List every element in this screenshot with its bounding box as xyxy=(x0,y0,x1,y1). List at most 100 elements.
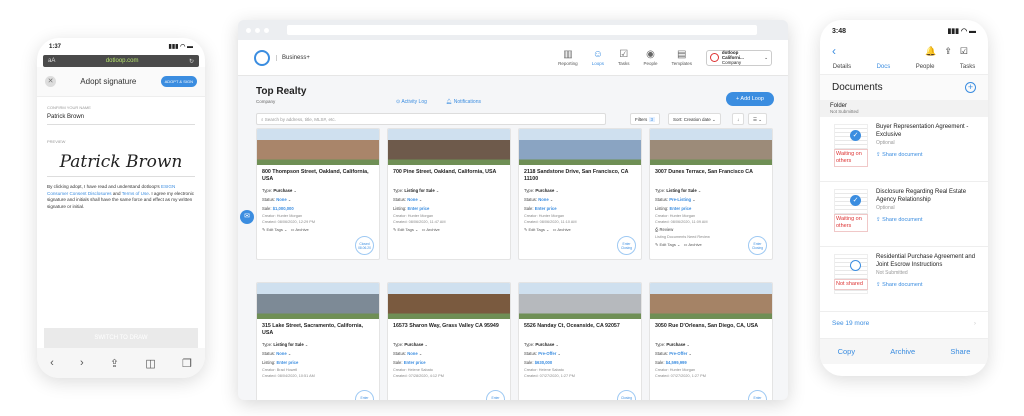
nav-templates[interactable]: ▤ Templates xyxy=(671,49,692,66)
archive-button[interactable]: ▭ Archive xyxy=(422,227,440,232)
back-icon[interactable]: ‹ xyxy=(50,357,54,369)
name-field[interactable]: Patrick Brown xyxy=(47,112,195,125)
loop-address[interactable]: 16573 Sharon Way, Grass Valley CA 95949 xyxy=(388,319,510,340)
left-phone: 1:37 ▮▮▮ ◠ ▬ aA dotloop.com ↻ ✕ Adopt signa… xyxy=(37,38,205,378)
loop-status: Status: None ⌄ xyxy=(393,197,423,202)
back-icon[interactable]: ‹ xyxy=(832,44,836,58)
tab-tasks[interactable]: Tasks xyxy=(960,64,975,70)
bell-icon[interactable]: 🔔 xyxy=(925,46,944,56)
archive-button[interactable]: ▭ Archive xyxy=(553,227,571,232)
text-size-button[interactable]: aA xyxy=(48,58,55,64)
edit-tags-button[interactable]: ✎ Edit Tags ⌄ xyxy=(655,242,680,247)
tab-docs[interactable]: Docs xyxy=(877,64,891,70)
nav-reporting[interactable]: ▥ Reporting xyxy=(558,49,578,66)
closing-badge[interactable]: Closing xyxy=(617,390,636,400)
loop-address[interactable]: 5526 Nanday Ct, Oceanside, CA 92057 xyxy=(519,319,641,340)
property-photo xyxy=(650,283,772,319)
loop-card[interactable]: 3007 Dunes Terrace, San Francisco CA Typ… xyxy=(649,128,773,260)
sort-direction-button[interactable]: ↓ xyxy=(732,113,745,125)
task-icon[interactable]: ☑ xyxy=(960,46,976,56)
close-icon[interactable]: ✕ xyxy=(45,76,56,87)
loop-type: Type: Listing for Sale ⌄ xyxy=(655,188,702,193)
documents-header: Documents + xyxy=(820,74,988,100)
archive-button[interactable]: ▭ Archive xyxy=(684,242,702,247)
archive-button[interactable]: Archive xyxy=(890,347,915,356)
nav-bar: ‹ 🔔⇪☑ xyxy=(820,42,988,60)
document-row[interactable]: ✓ Waiting on others Buyer Representation… xyxy=(820,117,988,182)
chat-icon[interactable]: ✉ xyxy=(240,210,254,224)
loop-address[interactable]: 800 Thompson Street, Oakland, California… xyxy=(257,165,379,186)
loop-created: Created: 07/28/2020, 4:12 PM xyxy=(393,374,444,378)
address-bar[interactable] xyxy=(287,25,757,35)
tab-details[interactable]: Details xyxy=(833,64,851,70)
document-row[interactable]: Not shared Residential Purchase Agreemen… xyxy=(820,247,988,312)
document-state: Not shared xyxy=(834,279,868,290)
loop-card[interactable]: 700 Pine Street, Oakland, California, US… xyxy=(387,128,511,260)
loop-card[interactable]: 315 Lake Street, Sacramento, California,… xyxy=(256,282,380,400)
loop-price: Sale: $1,000,000 xyxy=(262,206,294,211)
closing-badge[interactable]: Enter xyxy=(486,390,505,400)
share-icon[interactable]: ⇪ xyxy=(110,357,119,370)
tabs-icon[interactable]: ❐ xyxy=(182,357,192,370)
loop-card[interactable]: 5526 Nanday Ct, Oceanside, CA 92057 Type… xyxy=(518,282,642,400)
right-phone: 3:48 ▮▮▮ ◠ ▬ ‹ 🔔⇪☑ Details Docs People Ta… xyxy=(820,20,988,376)
loop-card[interactable]: 2118 Sandstone Drive, San Francisco, CA … xyxy=(518,128,642,260)
reload-icon[interactable]: ↻ xyxy=(189,58,194,65)
closing-badge[interactable]: Enter xyxy=(355,390,374,400)
add-loop-button[interactable]: + Add Loop xyxy=(726,92,774,106)
filters-button[interactable]: Filters 3 xyxy=(630,113,661,125)
share-icon[interactable]: ⇪ xyxy=(944,46,960,56)
view-toggle[interactable]: ☰ ⌄ xyxy=(748,113,768,125)
document-subtitle: Not Submitted xyxy=(876,270,908,276)
loop-address[interactable]: 2118 Sandstone Drive, San Francisco, CA … xyxy=(519,165,641,186)
share-document-link[interactable]: ⇪ Share document xyxy=(876,151,980,159)
loop-card[interactable]: 16573 Sharon Way, Grass Valley CA 95949 … xyxy=(387,282,511,400)
nav-people[interactable]: ◉ People xyxy=(643,49,657,66)
document-row[interactable]: ✓ Waiting on others Disclosure Regarding… xyxy=(820,182,988,247)
edit-tags-button[interactable]: ✎ Edit Tags ⌄ xyxy=(393,227,418,232)
activity-log-link[interactable]: ⊙ Activity Log xyxy=(396,99,427,105)
tab-people[interactable]: People xyxy=(916,64,935,70)
share-document-link[interactable]: ⇪ Share document xyxy=(876,281,980,289)
url-bar[interactable]: aA dotloop.com ↻ xyxy=(43,55,199,67)
closing-badge[interactable]: Enter Closing xyxy=(748,236,767,255)
switch-to-draw-button[interactable]: SWITCH TO DRAW xyxy=(44,328,198,348)
sort-dropdown[interactable]: Sort: Creation date ⌄ xyxy=(668,113,721,125)
loop-address[interactable]: 700 Pine Street, Oakland, California, US… xyxy=(388,165,510,186)
share-button[interactable]: Share xyxy=(950,347,970,356)
add-icon[interactable]: + xyxy=(965,82,976,93)
search-input[interactable]: ⌕ Search by address, title, MLS#, etc. xyxy=(256,113,606,125)
loop-card[interactable]: 3050 Rue D'Orleans, San Diego, CA, USA T… xyxy=(649,282,773,400)
notifications-link[interactable]: 🔔︎ Notifications xyxy=(446,99,481,105)
account-switcher[interactable]: dotloop Californi... Company ⌄ xyxy=(706,49,772,66)
adopt-sign-button[interactable]: ADOPT & SIGN xyxy=(160,76,197,87)
forward-icon[interactable]: › xyxy=(80,357,84,369)
closing-badge[interactable]: Enter xyxy=(748,390,767,400)
see-more-link[interactable]: See 19 more › xyxy=(820,312,988,335)
folder-row[interactable]: Folder Not Submitted xyxy=(820,100,988,117)
top-nav: Business+ ▥ Reporting ☺ Loops ☑ Tasks ◉ Peop… xyxy=(238,40,788,76)
signal-icons: ▮▮▮ ◠ ▬ xyxy=(168,44,193,50)
nav-tasks[interactable]: ☑ Tasks xyxy=(618,49,630,66)
share-document-link[interactable]: ⇪ Share document xyxy=(876,216,980,224)
check-icon: ✓ xyxy=(850,130,861,141)
loop-address[interactable]: 315 Lake Street, Sacramento, California,… xyxy=(257,319,379,340)
edit-tags-button[interactable]: ✎ Edit Tags ⌄ xyxy=(262,227,287,232)
copy-button[interactable]: Copy xyxy=(838,347,856,356)
edit-tags-button[interactable]: ✎ Edit Tags ⌄ xyxy=(524,227,549,232)
loop-created: Created: 08/04/2020, 10:51 AM xyxy=(262,374,315,378)
loop-address[interactable]: 3050 Rue D'Orleans, San Diego, CA, USA xyxy=(650,319,772,340)
people-icon: ◉ xyxy=(646,49,655,60)
terms-link[interactable]: Terms of Use xyxy=(122,191,149,196)
nav-loops[interactable]: ☺ Loops xyxy=(592,49,604,66)
review-label: ⎙ Review xyxy=(655,227,674,232)
loop-card[interactable]: 800 Thompson Street, Oakland, California… xyxy=(256,128,380,260)
closing-badge[interactable]: Closed 08.06.20 xyxy=(355,236,374,255)
property-photo xyxy=(388,129,510,165)
dotloop-logo[interactable] xyxy=(254,49,270,66)
archive-button[interactable]: ▭ Archive xyxy=(291,227,309,232)
closing-badge[interactable]: Enter Closing xyxy=(617,236,636,255)
loop-address[interactable]: 3007 Dunes Terrace, San Francisco CA xyxy=(650,165,772,186)
circle-icon xyxy=(850,260,861,271)
bookmarks-icon[interactable]: ◫ xyxy=(145,357,155,370)
